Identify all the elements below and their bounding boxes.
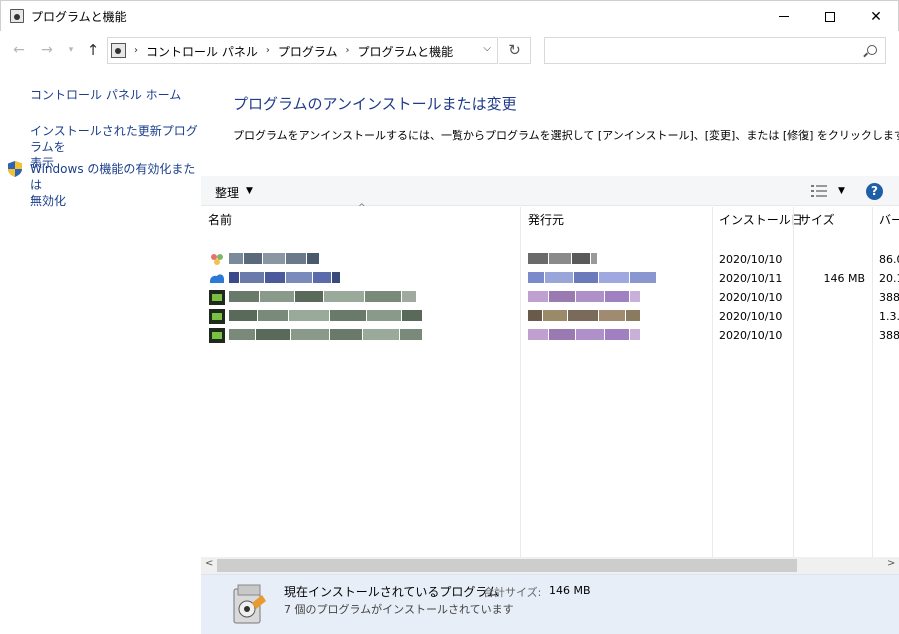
program-icon	[211, 254, 223, 265]
sidebar-link-control-panel-home[interactable]: コントロール パネル ホーム	[30, 87, 181, 103]
back-button[interactable]: ←	[10, 41, 28, 59]
breadcrumb: › コントロール パネル › プログラム › プログラムと機能	[134, 43, 453, 60]
sort-ascending-icon: ^	[358, 203, 366, 213]
address-bar[interactable]: › コントロール パネル › プログラム › プログラムと機能 ⌵	[107, 37, 498, 64]
program-icon	[209, 290, 225, 305]
sidebar-link-label: Windows の機能の有効化または	[30, 162, 196, 192]
details-view-icon[interactable]	[811, 185, 827, 197]
chevron-down-icon[interactable]: ▼	[246, 186, 253, 196]
minimize-button[interactable]	[761, 1, 807, 32]
column-header-name[interactable]: 名前	[208, 211, 232, 228]
program-row[interactable]: 2020/10/10 86.0	[201, 250, 899, 269]
refresh-button[interactable]: ↻	[499, 37, 531, 64]
navigation-bar: ← → ▾ ↑ › コントロール パネル › プログラム › プログラムと機能 …	[0, 31, 899, 71]
program-version: 388	[879, 329, 899, 342]
window-title: プログラムと機能	[31, 10, 127, 24]
total-size-label: 合計サイズ:	[483, 586, 542, 599]
program-size: 146 MB	[823, 272, 865, 285]
program-version: 20.1	[879, 272, 899, 285]
publisher-redacted	[528, 272, 656, 283]
publisher-redacted	[528, 291, 640, 302]
breadcrumb-programs[interactable]: プログラム	[278, 43, 338, 60]
command-bar: 整理 ▼ ▼ ?	[201, 176, 899, 206]
breadcrumb-separator[interactable]: ›	[134, 43, 138, 60]
page-title: プログラムのアンインストールまたは変更	[233, 95, 517, 113]
program-name-redacted	[229, 253, 319, 264]
program-version: 1.3.	[879, 310, 899, 323]
maximize-button[interactable]	[807, 1, 853, 32]
chevron-down-icon[interactable]: ▼	[838, 186, 845, 196]
program-count: 7 個のプログラムがインストールされています	[284, 603, 514, 616]
column-header-row: 名前 ^ 発行元 インストール日 サイズ バー	[201, 203, 899, 231]
column-header-version[interactable]: バー	[879, 211, 899, 228]
program-version: 86.0	[879, 253, 899, 266]
close-button[interactable]: ✕	[853, 1, 899, 32]
install-date: 2020/10/10	[719, 291, 783, 304]
search-input[interactable]	[544, 37, 886, 64]
program-row[interactable]: 2020/10/10 388	[201, 288, 899, 307]
column-header-installed-on[interactable]: インストール日	[719, 211, 803, 228]
install-date: 2020/10/10	[719, 253, 783, 266]
install-date: 2020/10/10	[719, 310, 783, 323]
sidebar-link-label: インストールされた更新プログラムを	[30, 124, 198, 154]
close-icon: ✕	[870, 8, 882, 25]
breadcrumb-separator[interactable]: ›	[345, 43, 349, 60]
publisher-redacted	[528, 329, 640, 340]
install-date: 2020/10/11	[719, 272, 783, 285]
program-name-redacted	[229, 310, 422, 321]
details-pane: 現在インストールされているプログラム 合計サイズ: 146 MB 7 個のプログ…	[201, 574, 899, 634]
program-row[interactable]: 2020/10/11 146 MB 20.1	[201, 269, 899, 288]
program-icon	[209, 328, 225, 343]
details-title: 現在インストールされているプログラム	[284, 585, 500, 599]
program-name-redacted	[229, 272, 340, 283]
minimize-icon	[779, 16, 789, 17]
breadcrumb-programs-and-features[interactable]: プログラムと機能	[357, 43, 453, 60]
column-header-publisher[interactable]: 発行元	[528, 211, 564, 228]
forward-button[interactable]: →	[38, 41, 56, 59]
help-icon[interactable]: ?	[866, 183, 883, 200]
organize-button[interactable]: 整理	[215, 184, 239, 201]
program-version: 388	[879, 291, 899, 304]
control-panel-icon	[10, 9, 24, 23]
scrollbar-thumb[interactable]	[217, 559, 797, 572]
sidebar-link-label: 無効化	[30, 194, 67, 208]
up-button[interactable]: ↑	[84, 41, 102, 59]
publisher-redacted	[528, 310, 640, 321]
horizontal-scrollbar[interactable]: < >	[201, 557, 899, 574]
recent-locations-button[interactable]: ▾	[62, 41, 80, 59]
program-icon	[210, 274, 224, 283]
breadcrumb-separator[interactable]: ›	[266, 43, 270, 60]
publisher-redacted	[528, 253, 597, 264]
search-icon[interactable]	[867, 45, 877, 55]
scroll-left-button[interactable]: <	[205, 558, 213, 569]
program-row[interactable]: 2020/10/10 1.3.	[201, 307, 899, 326]
sidebar: コントロール パネル ホーム インストールされた更新プログラムを 表示 Wind…	[0, 71, 201, 634]
program-name-redacted	[229, 291, 416, 302]
control-panel-icon	[111, 43, 126, 58]
maximize-icon	[825, 11, 835, 22]
program-row[interactable]: 2020/10/10 388	[201, 326, 899, 345]
title-bar: プログラムと機能 ✕	[0, 0, 899, 31]
install-date: 2020/10/10	[719, 329, 783, 342]
address-dropdown-icon[interactable]: ⌵	[483, 43, 491, 54]
scroll-right-button[interactable]: >	[887, 558, 895, 569]
total-size-value: 146 MB	[549, 584, 591, 597]
program-icon	[209, 309, 225, 324]
installed-programs-icon	[233, 584, 266, 624]
breadcrumb-control-panel[interactable]: コントロール パネル	[146, 43, 258, 60]
column-header-size[interactable]: サイズ	[799, 211, 835, 228]
sidebar-link-windows-features[interactable]: Windows の機能の有効化または 無効化	[30, 161, 201, 209]
page-description: プログラムをアンインストールするには、一覧からプログラムを選択して [アンインス…	[233, 129, 899, 142]
uac-shield-icon	[8, 161, 22, 177]
program-name-redacted	[229, 329, 422, 340]
